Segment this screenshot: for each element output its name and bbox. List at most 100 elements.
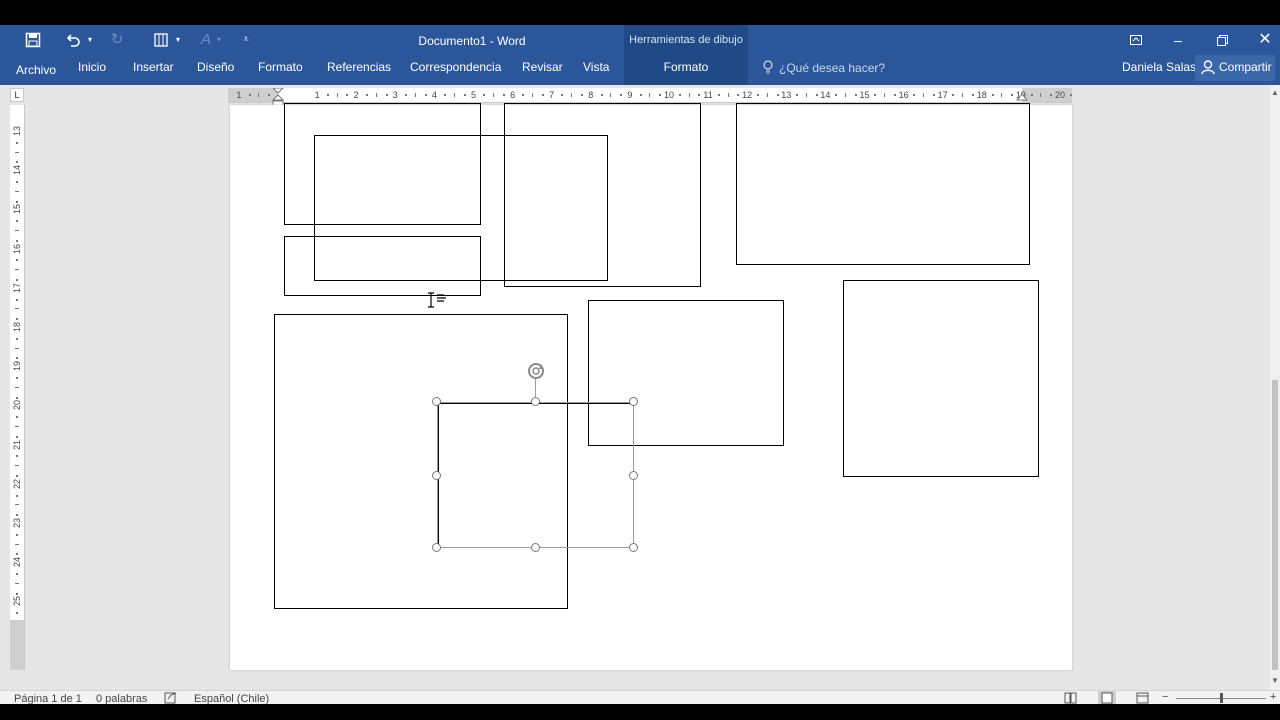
ruler-tick (16, 298, 18, 301)
tab-inicio[interactable]: Inicio (78, 55, 106, 79)
ruler-number: 12 (742, 90, 753, 100)
ruler-tick (1011, 94, 1014, 96)
ruler-tick (610, 93, 612, 97)
ruler-tick (375, 93, 377, 97)
ruler-tick (16, 141, 18, 144)
ruler-tick (15, 190, 19, 192)
ruler-tick (453, 93, 455, 97)
ruler-tick (639, 94, 642, 96)
tab-insertar[interactable]: Insertar (133, 55, 174, 79)
ruler-number: 19 (12, 361, 22, 372)
ruler-number: 18 (12, 322, 22, 333)
ruler-tick (15, 543, 19, 545)
ruler-tick (16, 455, 18, 458)
tab-referencias[interactable]: Referencias (327, 55, 391, 79)
ruler-number: 11 (703, 90, 713, 100)
tab-revisar[interactable]: Revisar (522, 55, 563, 79)
ruler-tick (385, 94, 388, 96)
resize-handle-sw[interactable] (432, 543, 441, 552)
ruler-number: 20 (1054, 90, 1065, 100)
undo-icon[interactable] (62, 25, 84, 59)
scrollbar-thumb[interactable] (1272, 380, 1278, 670)
rectangle-shape[interactable] (284, 236, 481, 296)
ruler-tick (649, 93, 651, 97)
tab-archivo[interactable]: Archivo (16, 58, 56, 82)
ruler-tick (16, 612, 18, 615)
close-icon[interactable]: ✕ (1245, 25, 1280, 55)
tell-me-input[interactable]: ¿Qué desea hacer? (779, 61, 885, 75)
ruler-tick (1040, 93, 1042, 97)
tab-formato-contextual[interactable]: Formato (624, 55, 748, 79)
ruler-number: 2 (353, 90, 359, 100)
save-icon[interactable] (20, 25, 46, 59)
ruler-tick (1069, 94, 1072, 96)
ruler-number: 8 (588, 90, 594, 100)
ruler-number: 24 (12, 557, 22, 568)
selected-shape[interactable] (437, 402, 635, 549)
customize-qat-icon[interactable]: ⩡ (238, 25, 254, 55)
rotate-handle-icon[interactable] (525, 360, 547, 382)
rectangle-shape[interactable] (504, 103, 701, 287)
resize-handle-w[interactable] (432, 471, 441, 480)
scroll-up-icon[interactable]: ▲ (1271, 88, 1279, 98)
tab-diseno[interactable]: Diseño (197, 55, 234, 79)
right-indent-marker-icon[interactable] (1016, 94, 1028, 102)
letterbox-bottom (0, 704, 1280, 720)
ruler-tick (874, 94, 877, 96)
proofing-icon[interactable] (164, 692, 178, 704)
ruler-number: 7 (549, 90, 555, 100)
undo-dropdown-icon[interactable]: ▾ (84, 25, 96, 55)
read-mode-icon[interactable] (1064, 692, 1078, 704)
ruler-number: 17 (12, 282, 22, 293)
lightbulb-icon (760, 55, 776, 82)
resize-handle-s[interactable] (531, 543, 540, 552)
print-layout-icon[interactable] (1098, 691, 1116, 705)
tab-correspondencia[interactable]: Correspondencia (410, 55, 501, 79)
ruler-number: 25 (12, 596, 22, 607)
ruler-tick (678, 94, 681, 96)
ruler-tick (737, 94, 740, 96)
ruler-number: 22 (12, 478, 22, 489)
ruler-number: 14 (12, 165, 22, 176)
resize-handle-n[interactable] (531, 397, 540, 406)
ruler-tick (15, 386, 19, 388)
vertical-ruler[interactable]: 1314151617181920212223242526 (10, 105, 25, 670)
zoom-in-icon[interactable]: + (1270, 691, 1276, 703)
zoom-slider-thumb[interactable] (1220, 693, 1223, 703)
rectangle-shape[interactable] (843, 280, 1039, 477)
restore-icon[interactable] (1202, 25, 1242, 56)
resize-handle-nw[interactable] (432, 397, 441, 406)
ruler-tick (796, 94, 799, 96)
rectangle-shape[interactable] (736, 103, 1030, 265)
ruler-tick (424, 94, 427, 96)
ruler-tick (815, 94, 818, 96)
document-page[interactable] (230, 103, 1072, 670)
tab-selector[interactable]: L (10, 88, 24, 102)
ruler-tick (15, 230, 19, 231)
ribbon-display-options-icon[interactable] (1116, 25, 1156, 55)
tab-formato[interactable]: Formato (258, 55, 303, 79)
document-title: Documento1 - Word (418, 34, 526, 48)
tab-vista[interactable]: Vista (583, 55, 609, 79)
resize-handle-se[interactable] (629, 543, 638, 552)
touch-dropdown-icon[interactable]: ▾ (172, 25, 184, 55)
ruler-tick (1030, 94, 1033, 96)
drawing-tools-context: Herramientas de dibujo Formato (624, 25, 748, 85)
web-layout-icon[interactable] (1136, 692, 1150, 704)
user-name[interactable]: Daniela Salas (1122, 55, 1196, 79)
scroll-down-icon[interactable]: ▼ (1271, 676, 1279, 686)
ruler-tick (923, 93, 925, 97)
redo-icon[interactable]: ↻ (106, 25, 128, 55)
minimize-icon[interactable]: – (1158, 25, 1198, 55)
zoom-out-icon[interactable]: − (1162, 691, 1168, 703)
share-button[interactable]: Compartir (1195, 55, 1275, 81)
ruler-tick (15, 465, 19, 467)
ruler-tick (16, 259, 18, 262)
resize-handle-ne[interactable] (629, 397, 638, 406)
ruler-tick (15, 426, 19, 427)
touch-mode-icon[interactable] (150, 25, 172, 58)
ruler-number: 23 (12, 518, 22, 529)
ruler-tick (756, 94, 759, 96)
format-dropdown-icon[interactable]: ▾ (214, 25, 224, 55)
resize-handle-e[interactable] (629, 471, 638, 480)
